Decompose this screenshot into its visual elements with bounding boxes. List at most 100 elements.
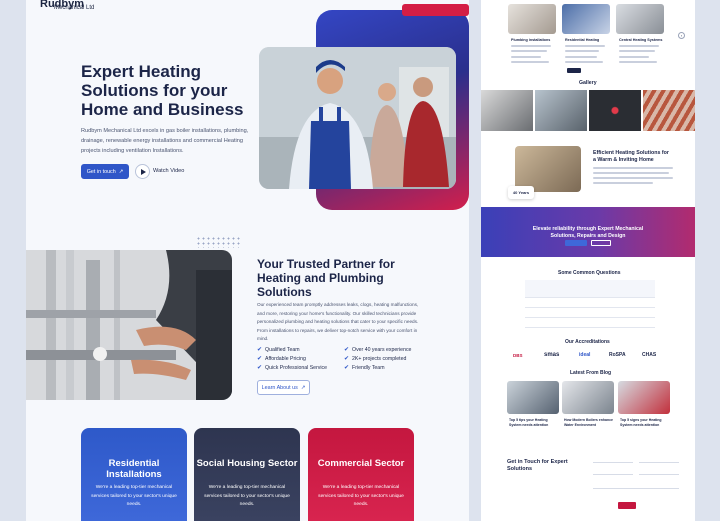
check-icon: ✔ xyxy=(257,347,263,353)
sector-card-social-housing[interactable]: Social Housing Sector We're a leading to… xyxy=(194,428,300,521)
text-line xyxy=(565,61,603,63)
contact-field[interactable] xyxy=(593,474,633,475)
accreditation-logo: ideal xyxy=(579,352,591,358)
blog-image[interactable] xyxy=(562,381,614,414)
text-line xyxy=(593,167,673,169)
blog-post-title[interactable]: Top 5 tips your Heating System needs att… xyxy=(509,418,559,428)
full-page-preview: Plumbing installations Residential Heati… xyxy=(481,0,695,521)
gallery-title: Gallery xyxy=(579,80,597,86)
sector-card-title: Commercial Sector xyxy=(317,458,405,469)
efficient-heating-title: Efficient Heating Solutions for a Warm &… xyxy=(593,150,669,163)
faq-item[interactable] xyxy=(525,320,655,328)
service-button[interactable] xyxy=(567,68,581,73)
learn-about-us-button[interactable]: Learn About us ↗ xyxy=(257,380,310,395)
feature-item: ✔ Over 40 years experience xyxy=(344,346,412,354)
accreditation-logo: CHAS xyxy=(642,352,657,358)
accreditation-logo: DBS xyxy=(513,352,523,358)
hero-title: Expert Heating Solutions for your Home a… xyxy=(81,62,244,119)
accreditation-logo: RoSPA xyxy=(609,352,626,358)
gallery-image[interactable] xyxy=(535,90,587,131)
sector-card-title: Residential Installations xyxy=(106,458,162,480)
learn-about-us-label: Learn About us xyxy=(261,384,298,391)
banner-title: Elevate reliability through Expert Mecha… xyxy=(532,226,644,239)
blog-post-title[interactable]: How Modern Boilers enhance Water Environ… xyxy=(564,418,614,428)
arrow-up-right-icon: ↗ xyxy=(300,384,306,391)
blog-image[interactable] xyxy=(507,381,559,414)
service-image xyxy=(562,4,610,34)
feature-item: ✔ 2K+ projects completed xyxy=(344,355,407,363)
text-line xyxy=(593,177,673,179)
text-line xyxy=(619,50,655,52)
sector-card-body: We're a leading top-tier mechanical serv… xyxy=(204,485,290,508)
contact-message-field[interactable] xyxy=(593,488,679,489)
check-icon: ✔ xyxy=(344,356,350,362)
blog-title: Latest From Blog xyxy=(570,370,612,376)
text-line xyxy=(619,61,657,63)
text-line xyxy=(565,56,597,58)
feature-item: ✔ Quick Professional Service xyxy=(257,364,328,372)
dot-pattern xyxy=(196,236,242,248)
gallery-image[interactable] xyxy=(643,90,695,131)
text-line xyxy=(619,56,649,58)
get-in-touch-label: Get in touch xyxy=(86,168,116,175)
faq-title: Some Common Questions xyxy=(558,270,621,276)
hero-accent-bar xyxy=(402,4,469,16)
check-icon: ✔ xyxy=(344,365,350,371)
text-line xyxy=(593,172,669,174)
screenshot-canvas: Rudbym Mechanical Ltd Expert Heating Sol… xyxy=(0,0,720,521)
chevron-right-icon[interactable]: › xyxy=(678,32,685,39)
service-title: Residential Heating xyxy=(565,38,600,42)
text-line xyxy=(619,45,659,47)
text-line xyxy=(511,56,541,58)
feature-item: ✔ Friendly Team xyxy=(344,364,385,372)
feature-item: ✔ Qualified Team xyxy=(257,346,300,354)
arrow-up-right-icon: ↗ xyxy=(118,168,124,175)
about-title: Your Trusted Partner for Heating and Plu… xyxy=(257,257,395,299)
watch-video-link[interactable]: Watch Video xyxy=(153,168,184,174)
text-line xyxy=(511,61,549,63)
experience-badge: 40 Years xyxy=(508,186,534,199)
check-icon: ✔ xyxy=(257,365,263,371)
get-in-touch-button[interactable]: Get in touch ↗ xyxy=(81,164,129,179)
landing-page: Rudbym Mechanical Ltd Expert Heating Sol… xyxy=(26,0,469,521)
sector-card-title: Social Housing Sector xyxy=(196,458,298,469)
plumber-working-photo xyxy=(26,250,232,400)
check-icon: ✔ xyxy=(344,347,350,353)
sector-card-commercial[interactable]: Commercial Sector We're a leading top-ti… xyxy=(308,428,414,521)
text-line xyxy=(565,45,605,47)
hero-description: Rudbym Mechanical Ltd excels in gas boil… xyxy=(81,128,249,154)
feature-item: ✔ Affordable Pricing xyxy=(257,355,306,363)
gallery-image[interactable] xyxy=(589,90,641,131)
blog-post-title[interactable]: Top 5 signs your Heating System needs at… xyxy=(620,418,670,428)
contact-field[interactable] xyxy=(639,474,679,475)
check-icon: ✔ xyxy=(257,356,263,362)
contact-field[interactable] xyxy=(639,462,679,463)
brand-subtitle: Mechanical Ltd xyxy=(54,5,95,11)
faq-item[interactable] xyxy=(525,300,655,308)
banner-primary-button[interactable] xyxy=(565,240,587,246)
service-image xyxy=(616,4,664,34)
faq-item[interactable] xyxy=(525,280,655,298)
text-line xyxy=(593,182,653,184)
sector-card-body: We're a leading top-tier mechanical serv… xyxy=(318,485,404,508)
text-line xyxy=(511,45,551,47)
text-line xyxy=(565,50,599,52)
service-image xyxy=(508,4,556,34)
play-icon[interactable] xyxy=(135,164,150,179)
banner-secondary-button[interactable] xyxy=(591,240,611,246)
blog-image[interactable] xyxy=(618,381,670,414)
faq-item[interactable] xyxy=(525,310,655,318)
sector-card-body: We're a leading top-tier mechanical serv… xyxy=(91,485,177,508)
send-button[interactable] xyxy=(618,502,636,509)
gallery-image[interactable] xyxy=(481,90,533,131)
sector-card-residential[interactable]: Residential Installations We're a leadin… xyxy=(81,428,187,521)
text-line xyxy=(511,50,547,52)
contact-field[interactable] xyxy=(593,462,633,463)
contact-title: Get in Touch for Expert Solutions xyxy=(507,459,568,472)
about-description: Our experienced team promptly addresses … xyxy=(257,302,419,342)
accreditations-title: Our Accreditations xyxy=(565,339,610,345)
accreditation-logo: smas xyxy=(544,352,560,358)
service-title: Central Heating Systems xyxy=(619,38,663,42)
hero-team-photo xyxy=(259,47,456,189)
service-title: Plumbing installations xyxy=(511,38,551,42)
